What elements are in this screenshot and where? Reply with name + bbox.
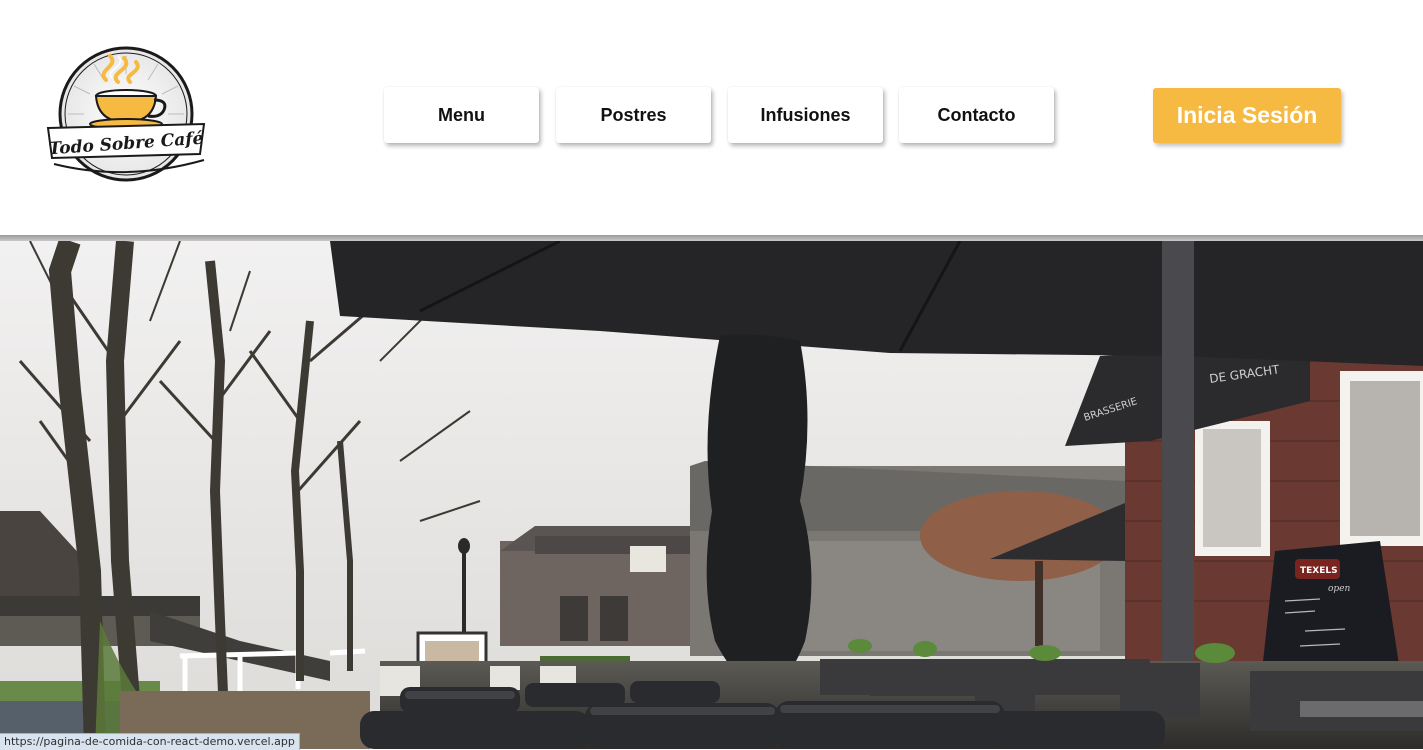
hero-image: BRASSERIE DE GRACHT TEXELS open <box>0 241 1423 749</box>
svg-text:TEXELS: TEXELS <box>1300 566 1338 576</box>
cafe-terrace-photo: BRASSERIE DE GRACHT TEXELS open <box>0 241 1423 749</box>
nav-menu-button[interactable]: Menu <box>384 87 539 143</box>
site-header: Todo Sobre Café Menu Postres Infusiones … <box>0 0 1423 236</box>
nav-infusiones-button[interactable]: Infusiones <box>728 87 883 143</box>
coffee-cup-icon: Todo Sobre Café <box>46 46 206 182</box>
logo[interactable]: Todo Sobre Café <box>44 44 208 188</box>
nav-contacto-button[interactable]: Contacto <box>899 87 1054 143</box>
svg-text:open: open <box>1328 584 1351 594</box>
nav-postres-button[interactable]: Postres <box>556 87 711 143</box>
status-bar-url: https://pagina-de-comida-con-react-demo.… <box>0 733 300 750</box>
login-button[interactable]: Inicia Sesión <box>1153 88 1341 143</box>
